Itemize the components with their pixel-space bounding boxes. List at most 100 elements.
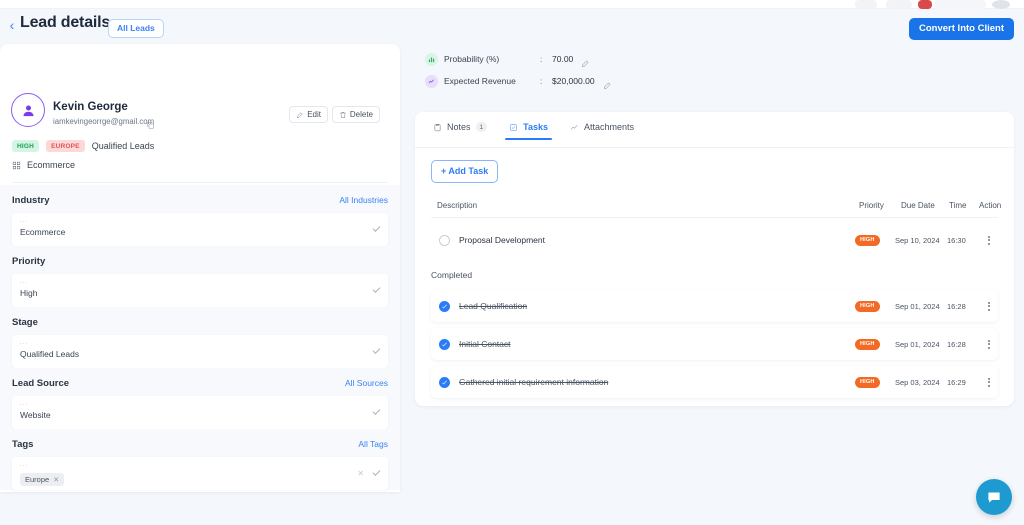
field-value: Qualified Leads [20, 349, 80, 359]
table-row[interactable]: Initial Contact HIGH Sep 01, 2024 16:28 [431, 328, 998, 360]
topbar-item-2[interactable] [886, 0, 912, 9]
all-leads-button[interactable]: All Leads [108, 19, 164, 38]
field-placeholder: ... [20, 340, 29, 346]
field-label: Tags [12, 439, 34, 450]
topbar-item-3[interactable] [934, 0, 986, 9]
probability-label: Probability (%) [444, 54, 500, 64]
task-action-menu[interactable] [984, 231, 994, 249]
completed-section-label: Completed [431, 270, 473, 280]
field-value: High [20, 288, 38, 298]
all-tags-link[interactable]: All Tags [358, 439, 388, 449]
tab-tasks[interactable]: Tasks [505, 122, 552, 140]
back-chevron-icon[interactable]: ‹ [6, 18, 18, 32]
field-label: Priority [12, 256, 46, 267]
edit-expected-revenue-icon[interactable] [603, 77, 612, 89]
task-time: 16:29 [947, 377, 966, 387]
task-due-date: Sep 10, 2024 [895, 235, 940, 245]
topbar-item-1[interactable] [855, 0, 877, 9]
column-due-date: Due Date [901, 201, 935, 210]
lead-badges: HIGH EUROPE Qualified Leads [12, 140, 154, 152]
clear-tags-icon[interactable]: ✕ [357, 469, 364, 478]
task-description: Proposal Development [459, 235, 545, 245]
tab-notes-label: Notes [447, 122, 471, 132]
lead-details-page: ‹ Lead details All Leads Convert Into Cl… [0, 0, 1024, 525]
field-placeholder: ... [20, 218, 29, 224]
tasks-table-header: Description Priority Due Date Time Actio… [431, 194, 1001, 218]
table-row[interactable]: Gathered initial requirement information… [431, 366, 998, 398]
field-placeholder: ... [20, 462, 29, 468]
convert-into-client-button[interactable]: Convert Into Client [909, 18, 1014, 40]
lead-source-select[interactable]: ... Website [12, 396, 388, 429]
add-task-button[interactable]: + Add Task [431, 160, 499, 183]
chart-icon [570, 124, 578, 130]
table-row[interactable]: Lead Qualification HIGH Sep 01, 2024 16:… [431, 290, 998, 322]
tab-attachments-label: Attachments [584, 122, 635, 132]
field-priority: Priority ... High [0, 246, 400, 307]
column-priority: Priority [859, 201, 884, 210]
edit-probability-icon[interactable] [581, 55, 590, 67]
stage-label: Qualified Leads [91, 141, 155, 151]
remove-tag-icon[interactable]: ✕ [53, 476, 59, 484]
all-sources-link[interactable]: All Sources [345, 378, 388, 388]
page-title: Lead details [20, 14, 111, 31]
task-checkbox[interactable] [439, 234, 450, 246]
divider [12, 182, 388, 183]
task-description: Gathered initial requirement information [459, 377, 609, 387]
chevron-down-icon[interactable] [372, 468, 381, 476]
lead-name: Kevin George [53, 101, 128, 113]
status-badge: HIGH [855, 300, 880, 312]
field-lead-source: Lead Source All Sources ... Website [0, 368, 400, 429]
task-time: 16:30 [947, 235, 966, 245]
delete-button[interactable]: Delete [331, 106, 380, 123]
task-checkbox[interactable] [439, 376, 450, 388]
column-description: Description [437, 201, 478, 210]
all-industries-link[interactable]: All Industries [339, 195, 388, 205]
avatar [11, 93, 45, 127]
task-due-date: Sep 01, 2024 [895, 301, 940, 311]
probability-value: 70.00 [552, 54, 574, 64]
copy-icon[interactable] [146, 117, 155, 129]
probability-row: Probability (%) : 70.00 [425, 48, 612, 70]
lead-fields: Industry All Industries ... Ecommerce Pr… [0, 185, 400, 490]
tab-bar-divider [415, 147, 1014, 148]
tags-select[interactable]: ... Europe ✕ ✕ [12, 457, 388, 490]
task-time: 16:28 [947, 301, 966, 311]
field-placeholder: ... [20, 401, 29, 407]
tag-chip-label: Europe [25, 475, 50, 484]
field-stage: Stage ... Qualified Leads [0, 307, 400, 368]
tab-attachments[interactable]: Attachments [570, 122, 634, 140]
tag-chip[interactable]: Europe ✕ [20, 473, 65, 486]
priority-select[interactable]: ... High [12, 274, 388, 307]
probability-separator: : [540, 54, 543, 64]
expected-revenue-row: Expected Revenue : $20,000.00 [425, 70, 612, 92]
app-top-bar [0, 0, 1024, 9]
notification-indicator[interactable] [918, 0, 932, 9]
task-action-menu[interactable] [984, 373, 994, 391]
task-description: Initial Contact [459, 339, 511, 349]
task-time: 16:28 [947, 339, 966, 349]
task-action-menu[interactable] [984, 297, 994, 315]
field-label: Industry [12, 195, 50, 206]
status-badge: HIGH [855, 338, 880, 350]
task-checkbox[interactable] [439, 338, 450, 350]
tasks-icon [510, 123, 517, 131]
tab-notes[interactable]: Notes 1 [433, 122, 488, 140]
task-action-menu[interactable] [984, 335, 994, 353]
edit-button[interactable]: Edit [289, 106, 328, 123]
field-tags: Tags All Tags ... Europe ✕ ✕ [0, 429, 400, 490]
industry-value: Ecommerce [27, 160, 76, 170]
lead-card: Kevin George iamkevingeorrge@gmail.com E… [0, 44, 400, 205]
bar-chart-icon [425, 52, 438, 66]
status-badge: HIGH [855, 376, 880, 388]
tab-notes-count: 1 [475, 122, 488, 132]
trend-line-icon [425, 74, 438, 88]
lead-metrics: Probability (%) : 70.00 Expected Revenue… [425, 48, 612, 92]
lead-email: iamkevingeorrge@gmail.com [53, 117, 155, 126]
stage-select[interactable]: ... Qualified Leads [12, 335, 388, 368]
chat-support-button[interactable] [976, 479, 1012, 515]
task-checkbox[interactable] [439, 300, 450, 312]
user-avatar-topbar[interactable] [992, 0, 1010, 9]
field-value: Website [20, 410, 51, 420]
table-row[interactable]: Proposal Development HIGH Sep 10, 2024 1… [431, 224, 998, 256]
industry-select[interactable]: ... Ecommerce [12, 213, 388, 246]
